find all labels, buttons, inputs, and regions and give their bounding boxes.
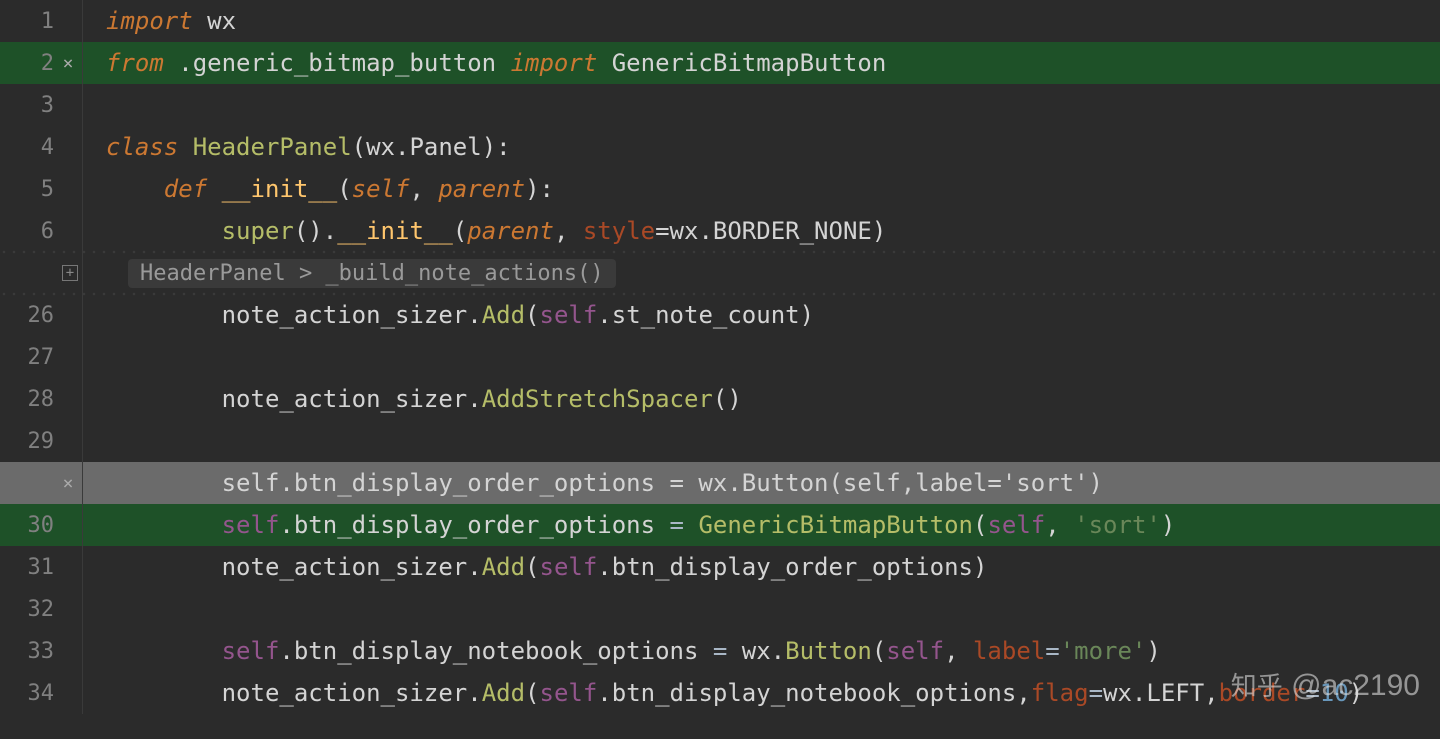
line-number: 27 xyxy=(0,336,82,378)
code-line[interactable]: 6 super().__init__(parent, style=wx.BORD… xyxy=(0,210,1440,252)
line-number: 4 xyxy=(0,126,82,168)
code-text[interactable]: note_action_sizer.Add(self.btn_display_o… xyxy=(98,546,1440,588)
line-number: 5 xyxy=(0,168,82,210)
code-line[interactable]: 32 xyxy=(0,588,1440,630)
code-text[interactable]: self.btn_display_notebook_options = wx.B… xyxy=(98,630,1440,672)
line-number: 32 xyxy=(0,588,82,630)
code-line[interactable]: 31 note_action_sizer.Add(self.btn_displa… xyxy=(0,546,1440,588)
code-text[interactable]: self.btn_display_order_options = wx.Butt… xyxy=(98,462,1440,504)
line-number: 2× xyxy=(0,42,82,84)
line-number: × xyxy=(0,462,82,504)
code-text[interactable]: super().__init__(parent, style=wx.BORDER… xyxy=(98,210,1440,252)
code-line[interactable]: 5 def __init__(self, parent): xyxy=(0,168,1440,210)
code-text[interactable]: note_action_sizer.Add(self.st_note_count… xyxy=(98,294,1440,336)
line-number: 34 xyxy=(0,672,82,714)
expand-fold-icon[interactable]: + xyxy=(62,265,78,281)
code-text[interactable]: note_action_sizer.Add(self.btn_display_n… xyxy=(98,672,1440,714)
code-editor[interactable]: 1 import wx 2× from .generic_bitmap_button … xyxy=(0,0,1440,739)
code-text[interactable]: def __init__(self, parent): xyxy=(98,168,1440,210)
line-number: 33 xyxy=(0,630,82,672)
code-text[interactable] xyxy=(98,336,1440,378)
line-number: 26 xyxy=(0,294,82,336)
folded-region[interactable]: + HeaderPanel > _build_note_actions() xyxy=(0,252,1440,294)
code-line[interactable]: 30 self.btn_display_order_options = Gene… xyxy=(0,504,1440,546)
code-line[interactable]: 1 import wx xyxy=(0,0,1440,42)
code-text[interactable]: class HeaderPanel(wx.Panel): xyxy=(98,126,1440,168)
code-line[interactable]: 34 note_action_sizer.Add(self.btn_displa… xyxy=(0,672,1440,714)
code-line[interactable]: × self.btn_display_order_options = wx.Bu… xyxy=(0,462,1440,504)
code-text[interactable]: from .generic_bitmap_button import Gener… xyxy=(98,42,1440,84)
diff-marker-icon[interactable]: × xyxy=(60,55,76,71)
line-number: 31 xyxy=(0,546,82,588)
line-number: 1 xyxy=(0,0,82,42)
code-line[interactable]: 33 self.btn_display_notebook_options = w… xyxy=(0,630,1440,672)
code-line[interactable]: 27 xyxy=(0,336,1440,378)
code-text[interactable] xyxy=(98,84,1440,126)
code-line[interactable]: 28 note_action_sizer.AddStretchSpacer() xyxy=(0,378,1440,420)
line-number: 6 xyxy=(0,210,82,252)
code-line[interactable]: 26 note_action_sizer.Add(self.st_note_co… xyxy=(0,294,1440,336)
code-text[interactable]: note_action_sizer.AddStretchSpacer() xyxy=(98,378,1440,420)
code-line[interactable]: 29 xyxy=(0,420,1440,462)
code-line[interactable]: 2× from .generic_bitmap_button import Gen… xyxy=(0,42,1440,84)
line-number: 29 xyxy=(0,420,82,462)
code-text[interactable]: self.btn_display_order_options = Generic… xyxy=(98,504,1440,546)
code-text[interactable]: import wx xyxy=(98,0,1440,42)
line-number: 28 xyxy=(0,378,82,420)
line-number: 30 xyxy=(0,504,82,546)
diff-marker-icon[interactable]: × xyxy=(60,475,76,491)
code-text[interactable] xyxy=(98,588,1440,630)
fold-breadcrumb: HeaderPanel > _build_note_actions() xyxy=(128,259,616,288)
code-line[interactable]: 3 xyxy=(0,84,1440,126)
code-line[interactable]: 4 class HeaderPanel(wx.Panel): xyxy=(0,126,1440,168)
code-text[interactable] xyxy=(98,420,1440,462)
line-number: 3 xyxy=(0,84,82,126)
